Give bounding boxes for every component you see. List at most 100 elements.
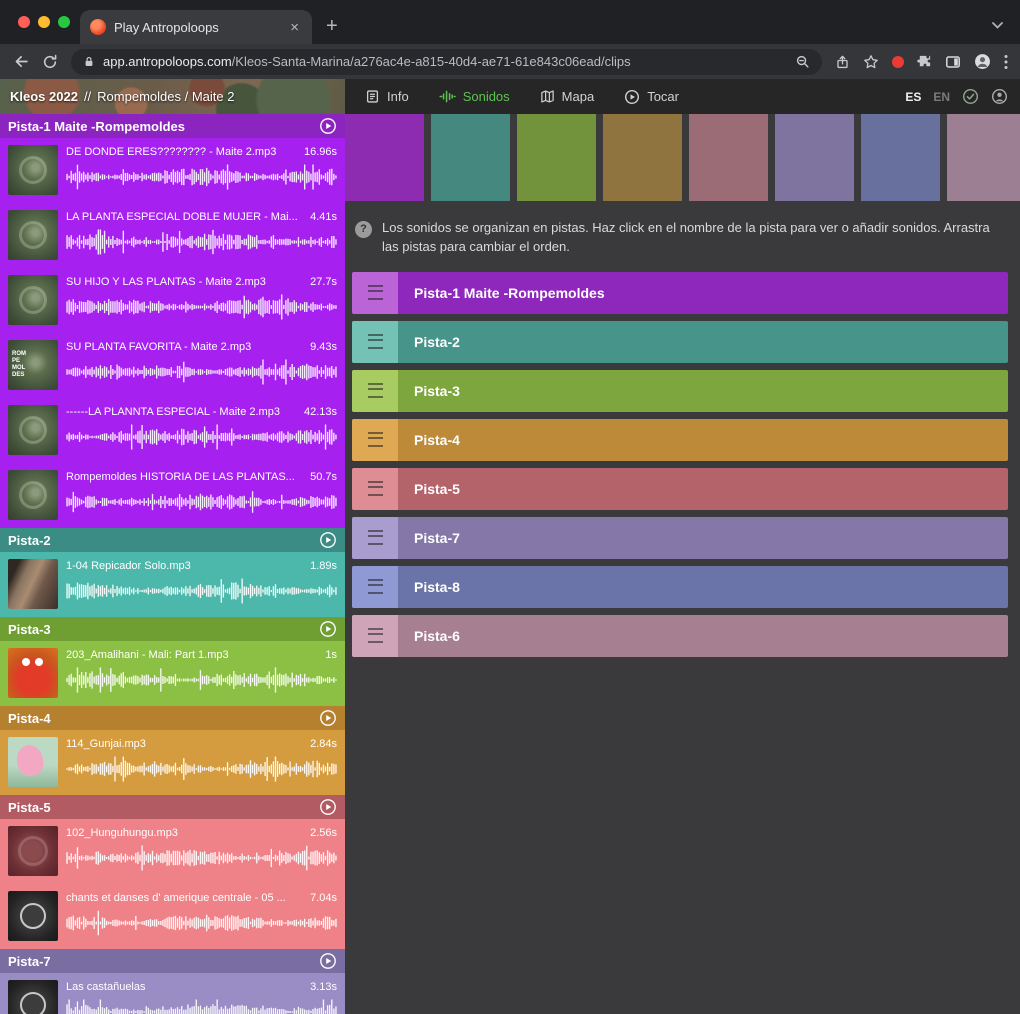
play-track-button[interactable] bbox=[319, 709, 337, 727]
clip-text-row: SU HIJO Y LAS PLANTAS - Maite 2.mp327.7s bbox=[66, 275, 337, 289]
window-minimize-button[interactable] bbox=[38, 16, 50, 28]
clip-item[interactable]: 114_Gunjai.mp32.84s bbox=[0, 730, 345, 795]
window-zoom-button[interactable] bbox=[58, 16, 70, 28]
reload-icon[interactable] bbox=[42, 54, 58, 70]
profile-avatar-icon[interactable] bbox=[974, 53, 991, 70]
clip-item[interactable]: 203_Amalihani - Mali: Part 1.mp31s bbox=[0, 641, 345, 706]
play-track-button[interactable] bbox=[319, 117, 337, 135]
play-track-button[interactable] bbox=[319, 531, 337, 549]
tab-close-icon[interactable]: × bbox=[287, 19, 302, 36]
track-header[interactable]: Pista-5 bbox=[0, 795, 345, 819]
lang-en-button[interactable]: EN bbox=[933, 90, 950, 104]
track-header[interactable]: Pista-7 bbox=[0, 949, 345, 973]
lock-icon bbox=[83, 55, 95, 68]
drag-handle[interactable] bbox=[352, 566, 398, 608]
drag-handle-icon bbox=[368, 285, 383, 300]
drag-handle[interactable] bbox=[352, 321, 398, 363]
track-row[interactable]: Pista-2 bbox=[352, 321, 1008, 363]
track-header[interactable]: Pista-1 Maite -Rompemoldes bbox=[0, 114, 345, 138]
tab-tocar[interactable]: Tocar bbox=[624, 89, 679, 105]
track-row-name: Pista-7 bbox=[398, 517, 460, 559]
drag-handle[interactable] bbox=[352, 468, 398, 510]
track-row[interactable]: Pista-5 bbox=[352, 468, 1008, 510]
track-name: Pista-1 Maite -Rompemoldes bbox=[8, 119, 185, 134]
waveform-icon bbox=[439, 89, 456, 104]
tab-search-chevron-icon[interactable] bbox=[991, 21, 1004, 30]
browser-tab-strip: Play Antropoloops × + bbox=[0, 0, 1020, 44]
sidebar-track: Pista-7 Las castañuelas3.13s bbox=[0, 949, 345, 1014]
clip-waveform bbox=[66, 997, 337, 1014]
clip-name: LA PLANTA ESPECIAL DOBLE MUJER - Mai... bbox=[66, 210, 298, 224]
tab-info[interactable]: Info bbox=[365, 89, 409, 104]
track-header[interactable]: Pista-2 bbox=[0, 528, 345, 552]
track-color-swatch bbox=[517, 114, 596, 201]
new-tab-button[interactable]: + bbox=[326, 16, 338, 36]
track-color-swatch bbox=[431, 114, 510, 201]
play-track-button[interactable] bbox=[319, 952, 337, 970]
window-close-button[interactable] bbox=[18, 16, 30, 28]
clip-item[interactable]: Las castañuelas3.13s bbox=[0, 973, 345, 1014]
play-track-button[interactable] bbox=[319, 620, 337, 638]
drag-handle[interactable] bbox=[352, 419, 398, 461]
clip-item[interactable]: 1-04 Repicador Solo.mp31.89s bbox=[0, 552, 345, 617]
clip-text-row: Las castañuelas3.13s bbox=[66, 980, 337, 994]
clip-item[interactable]: chants et danses d' amerique centrale - … bbox=[0, 884, 345, 949]
clip-name: ------LA PLANNTA ESPECIAL - Maite 2.mp3 bbox=[66, 405, 280, 419]
clip-duration: 50.7s bbox=[310, 470, 337, 484]
track-row-name: Pista-3 bbox=[398, 370, 460, 412]
clip-body: 102_Hunguhungu.mp32.56s bbox=[66, 826, 337, 876]
clip-item[interactable]: DE DONDE ERES???????? - Maite 2.mp316.96… bbox=[0, 138, 345, 203]
url-text: app.antropoloops.com/Kleos-Santa-Marina/… bbox=[103, 54, 631, 69]
lang-es-button[interactable]: ES bbox=[905, 90, 921, 104]
clip-name: SU PLANTA FAVORITA - Maite 2.mp3 bbox=[66, 340, 251, 354]
clip-duration: 42.13s bbox=[304, 405, 337, 419]
app-nav-tabs: Info Sonidos Mapa Tocar bbox=[345, 79, 905, 114]
account-icon[interactable] bbox=[991, 88, 1008, 105]
track-row[interactable]: Pista-4 bbox=[352, 419, 1008, 461]
tab-mapa[interactable]: Mapa bbox=[540, 89, 595, 104]
drag-handle[interactable] bbox=[352, 272, 398, 314]
extensions-puzzle-icon[interactable] bbox=[917, 54, 932, 69]
play-track-button[interactable] bbox=[319, 798, 337, 816]
clip-item[interactable]: 102_Hunguhungu.mp32.56s bbox=[0, 819, 345, 884]
track-header[interactable]: Pista-4 bbox=[0, 706, 345, 730]
breadcrumb[interactable]: Kleos 2022 // Rompemoldes / Maite 2 bbox=[0, 79, 345, 114]
address-bar[interactable]: app.antropoloops.com/Kleos-Santa-Marina/… bbox=[71, 49, 822, 75]
track-row[interactable]: Pista-7 bbox=[352, 517, 1008, 559]
clip-item[interactable]: Rompemoldes HISTORIA DE LAS PLANTAS...50… bbox=[0, 463, 345, 528]
track-row[interactable]: Pista-1 Maite -Rompemoldes bbox=[352, 272, 1008, 314]
clip-item[interactable]: ------LA PLANNTA ESPECIAL - Maite 2.mp3 4… bbox=[0, 398, 345, 463]
track-row[interactable]: Pista-3 bbox=[352, 370, 1008, 412]
tab-sonidos[interactable]: Sonidos bbox=[439, 89, 510, 104]
status-check-icon[interactable] bbox=[962, 88, 979, 105]
clip-thumbnail bbox=[8, 891, 58, 941]
clip-waveform bbox=[66, 843, 337, 873]
recording-extension-icon[interactable] bbox=[892, 56, 904, 68]
browser-tab[interactable]: Play Antropoloops × bbox=[80, 10, 312, 44]
side-panel-icon[interactable] bbox=[945, 54, 961, 70]
clip-thumbnail: ROM PE MOL DES bbox=[8, 340, 58, 390]
bookmark-star-icon[interactable] bbox=[863, 54, 879, 70]
browser-menu-kebab-icon[interactable] bbox=[1004, 54, 1008, 70]
track-row-name: Pista-8 bbox=[398, 566, 460, 608]
site-favicon-icon bbox=[90, 19, 106, 35]
clip-item[interactable]: SU HIJO Y LAS PLANTAS - Maite 2.mp327.7s bbox=[0, 268, 345, 333]
clip-duration: 2.84s bbox=[310, 737, 337, 751]
share-icon[interactable] bbox=[835, 54, 850, 70]
track-row[interactable]: Pista-6 bbox=[352, 615, 1008, 657]
clip-item[interactable]: LA PLANTA ESPECIAL DOBLE MUJER - Mai...4… bbox=[0, 203, 345, 268]
clip-body: 1-04 Repicador Solo.mp31.89s bbox=[66, 559, 337, 609]
back-icon[interactable] bbox=[12, 53, 29, 70]
drag-handle[interactable] bbox=[352, 370, 398, 412]
drag-handle[interactable] bbox=[352, 517, 398, 559]
tab-info-label: Info bbox=[387, 89, 409, 104]
clip-duration: 9.43s bbox=[310, 340, 337, 354]
track-header[interactable]: Pista-3 bbox=[0, 617, 345, 641]
clip-item[interactable]: ROM PE MOL DES SU PLANTA FAVORITA - Maite… bbox=[0, 333, 345, 398]
clip-waveform bbox=[66, 422, 337, 452]
track-row[interactable]: Pista-8 bbox=[352, 566, 1008, 608]
drag-handle[interactable] bbox=[352, 615, 398, 657]
clip-waveform bbox=[66, 162, 337, 192]
tab-mapa-label: Mapa bbox=[562, 89, 595, 104]
zoom-indicator-icon[interactable] bbox=[795, 54, 810, 69]
